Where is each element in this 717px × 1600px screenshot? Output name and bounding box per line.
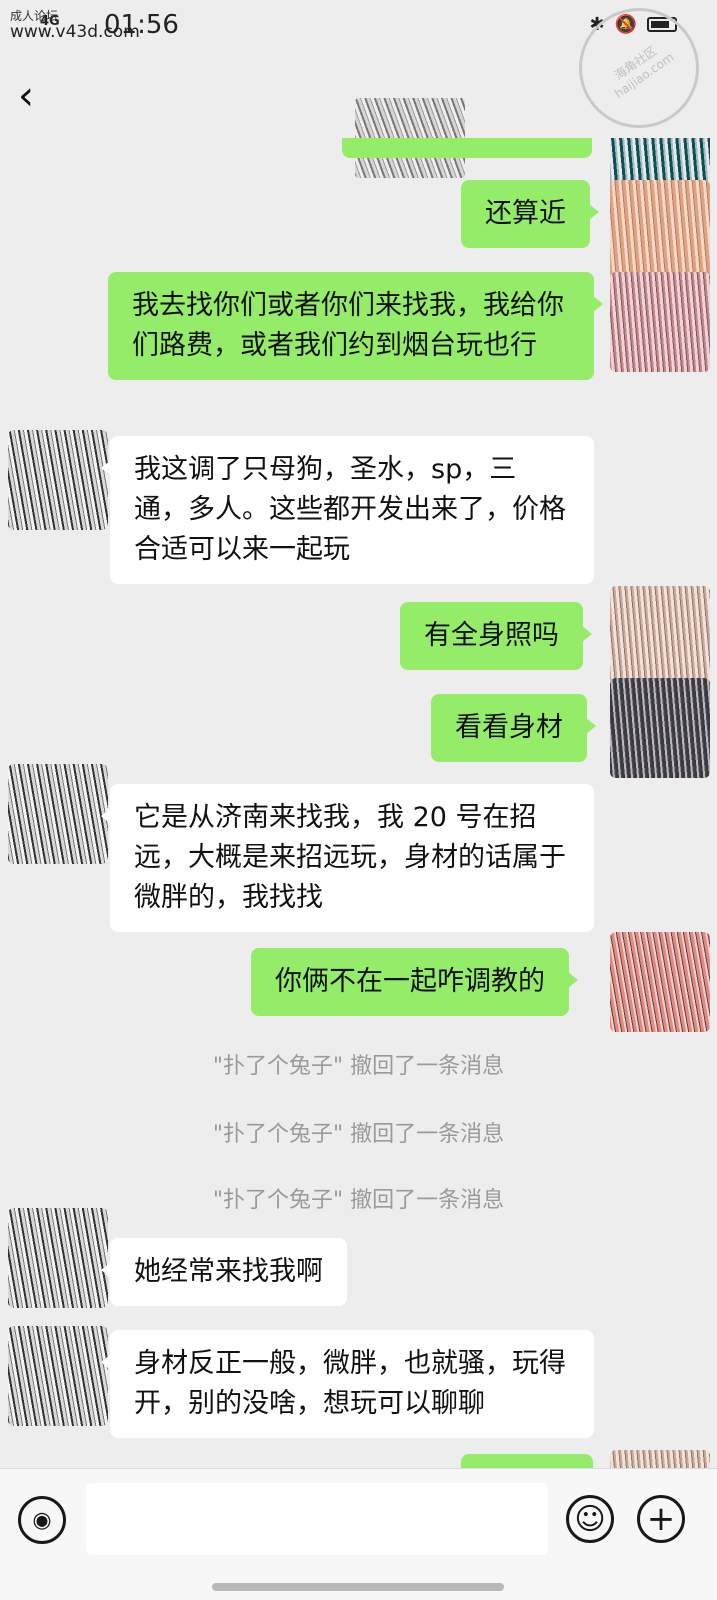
chevron-left-icon[interactable]: ‹ <box>18 76 58 120</box>
message-bubble[interactable]: 它是从济南来找我，我 20 号在招远，大概是来招远玩，身材的话属于微胖的，我找找 <box>101 784 594 932</box>
contact-avatar[interactable] <box>8 1326 108 1426</box>
input-bar: ◉ ☺ + <box>0 1468 717 1600</box>
contact-avatar[interactable] <box>8 430 108 530</box>
plus-icon[interactable]: + <box>637 1495 685 1543</box>
recall-notice: "扑了个兔子" 撤回了一条消息 <box>212 1188 505 1213</box>
my-avatar[interactable] <box>610 272 710 372</box>
home-indicator <box>212 1583 504 1591</box>
message-bubble[interactable]: 有全身照吗 <box>400 602 592 670</box>
message-bubble[interactable]: 还算近 <box>461 180 599 248</box>
watermark-top-left: 成人论坛 www.v43d.com <box>10 8 140 42</box>
my-avatar[interactable] <box>610 678 710 778</box>
emoji-icon[interactable]: ☺ <box>566 1495 614 1543</box>
message-bubble[interactable]: 身材反正一般，微胖，也就骚，玩得开，别的没啥，想玩可以聊聊 <box>101 1330 594 1438</box>
my-avatar[interactable] <box>610 1450 710 1468</box>
message-list[interactable]: 还算近 我去找你们或者你们来找我，我给你们路费，或者我们约到烟台玩也行 我这调了… <box>0 138 717 1468</box>
recall-notice: "扑了个兔子" 撤回了一条消息 <box>212 1122 505 1147</box>
message-bubble-partial[interactable] <box>342 138 592 158</box>
message-bubble-partial[interactable] <box>461 1454 593 1468</box>
voice-icon[interactable]: ◉ <box>18 1496 66 1544</box>
recall-notice: "扑了个兔子" 撤回了一条消息 <box>212 1054 505 1079</box>
message-bubble[interactable]: 她经常来找我啊 <box>101 1238 347 1306</box>
my-avatar[interactable] <box>610 932 710 1032</box>
message-bubble[interactable]: 我去找你们或者你们来找我，我给你们路费，或者我们约到烟台玩也行 <box>108 272 603 380</box>
contact-avatar[interactable] <box>8 764 108 864</box>
message-bubble[interactable]: 看看身材 <box>431 694 596 762</box>
chat-header: ‹ <box>0 58 717 178</box>
my-avatar[interactable] <box>610 586 710 686</box>
message-bubble[interactable]: 我这调了只母狗，圣水，sp，三通，多人。这些都开发出来了，价格合适可以来一起玩 <box>101 436 594 584</box>
my-avatar[interactable] <box>610 180 710 280</box>
message-bubble[interactable]: 你俩不在一起咋调教的 <box>251 948 578 1016</box>
message-input[interactable] <box>86 1483 548 1555</box>
watermark-url: www.v43d.com <box>10 22 140 42</box>
contact-avatar[interactable] <box>8 1208 108 1308</box>
